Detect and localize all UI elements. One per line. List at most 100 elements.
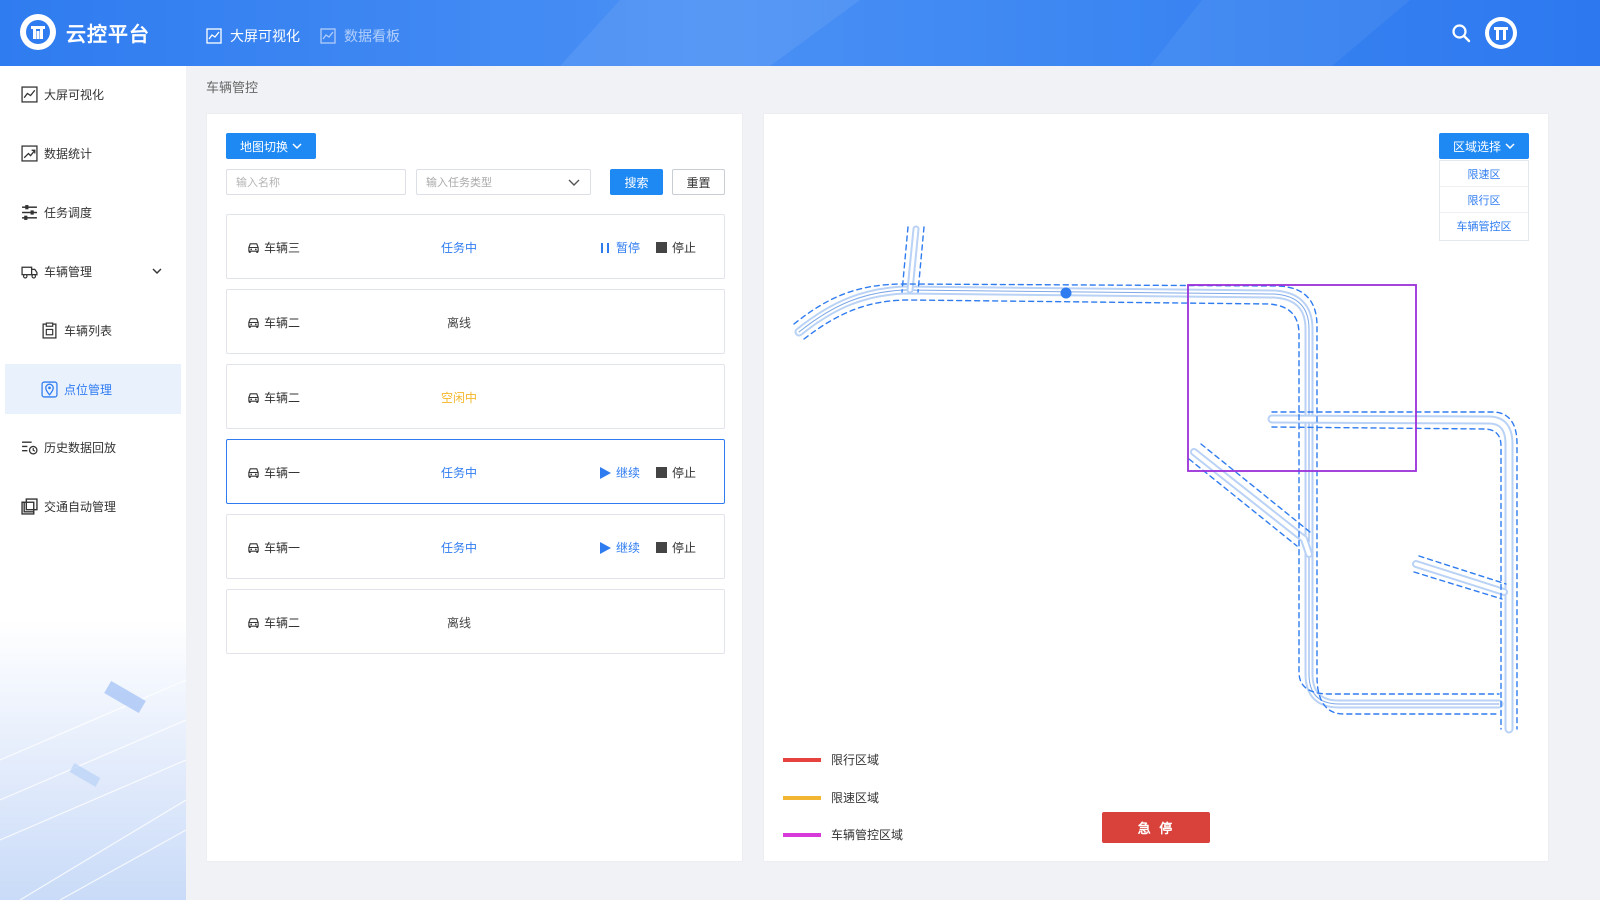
vehicle-name: 车辆二 bbox=[264, 616, 301, 630]
car-icon bbox=[248, 243, 259, 253]
vehicle-status: 任务中 bbox=[440, 466, 477, 480]
legend-label: 限速区域 bbox=[831, 791, 880, 805]
top-header: 云控平台 大屏可视化 数据看板 bbox=[0, 0, 1600, 66]
vehicle-card[interactable]: 车辆二 空闲中 bbox=[226, 364, 725, 429]
continue-label: 继续 bbox=[616, 466, 641, 480]
history-list-icon bbox=[20, 438, 38, 456]
sidebar-item-big-screen[interactable]: 大屏可视化 bbox=[5, 70, 181, 118]
vehicle-name: 车辆二 bbox=[264, 391, 301, 405]
name-search-field[interactable] bbox=[226, 169, 406, 195]
trend-chart-icon bbox=[20, 144, 38, 162]
pause-icon bbox=[601, 242, 609, 253]
stop-button[interactable]: 停止 bbox=[656, 464, 696, 481]
sliders-icon bbox=[20, 203, 38, 221]
truck-icon bbox=[20, 262, 38, 280]
map-switch-button[interactable]: 地图切换 bbox=[226, 133, 316, 159]
vehicle-position-marker bbox=[1060, 287, 1072, 299]
sidebar-item-label: 历史数据回放 bbox=[44, 440, 117, 455]
vehicle-name: 车辆三 bbox=[264, 241, 301, 255]
zone-option-speed-limit[interactable]: 限速区 bbox=[1440, 161, 1528, 187]
stop-icon bbox=[656, 467, 667, 478]
map-panel: 区域选择 限速区 限行区 车辆管控区 限行区域 限速区域 车辆管控区域 急 停 bbox=[763, 113, 1549, 862]
vehicle-card[interactable]: 车辆二 离线 bbox=[226, 589, 725, 654]
stop-icon bbox=[656, 242, 667, 253]
top-nav-big-screen[interactable]: 大屏可视化 bbox=[206, 26, 300, 46]
sidebar-item-label: 车辆管理 bbox=[44, 264, 93, 279]
emergency-stop-button[interactable]: 急 停 bbox=[1102, 812, 1210, 843]
vehicle-status: 离线 bbox=[446, 316, 471, 330]
vehicle-status: 空闲中 bbox=[440, 391, 477, 405]
legend-speed-limit-area: 限速区域 bbox=[783, 789, 879, 806]
stop-button[interactable]: 停止 bbox=[656, 239, 696, 256]
reset-button-label: 重置 bbox=[686, 175, 711, 190]
vehicle-name: 车辆一 bbox=[264, 541, 301, 555]
sidebar-item-task-dispatch[interactable]: 任务调度 bbox=[5, 188, 181, 236]
clipboard-icon bbox=[40, 321, 58, 339]
road-network bbox=[793, 225, 1518, 734]
vehicle-status: 任务中 bbox=[440, 541, 477, 555]
top-nav-label: 大屏可视化 bbox=[230, 29, 300, 45]
zone-option-vehicle-control[interactable]: 车辆管控区 bbox=[1440, 213, 1528, 239]
chevron-down-icon bbox=[1505, 143, 1515, 150]
top-nav-dashboard[interactable]: 数据看板 bbox=[320, 26, 400, 46]
sidebar-decoration bbox=[0, 620, 186, 900]
chevron-down-icon[interactable] bbox=[151, 265, 163, 277]
top-nav-label: 数据看板 bbox=[344, 29, 400, 45]
zone-dropdown-menu: 限速区 限行区 车辆管控区 bbox=[1439, 160, 1529, 241]
stop-icon bbox=[656, 542, 667, 553]
sidebar-item-label: 大屏可视化 bbox=[44, 87, 105, 102]
vehicle-card[interactable]: 车辆三 任务中 暂停 停止 bbox=[226, 214, 725, 279]
vehicle-status: 离线 bbox=[446, 616, 471, 630]
reset-button[interactable]: 重置 bbox=[672, 169, 725, 195]
stop-label: 停止 bbox=[672, 466, 697, 480]
breadcrumb: 车辆管控 bbox=[206, 81, 259, 96]
car-icon bbox=[248, 318, 259, 328]
legend-restricted-area: 限行区域 bbox=[783, 751, 879, 768]
zone-select-label: 区域选择 bbox=[1452, 139, 1501, 154]
sidebar-item-traffic-management[interactable]: 交通自动管理 bbox=[5, 482, 181, 530]
chevron-down-icon bbox=[292, 143, 302, 150]
road-main bbox=[794, 285, 1504, 709]
sidebar-item-label: 交通自动管理 bbox=[44, 499, 117, 514]
legend-line-magenta bbox=[783, 832, 821, 837]
zone-select-button[interactable]: 区域选择 bbox=[1439, 133, 1529, 159]
pause-button[interactable]: 暂停 bbox=[599, 239, 640, 256]
copy-stack-icon bbox=[20, 497, 38, 515]
sidebar-item-label: 任务调度 bbox=[44, 205, 93, 220]
continue-button[interactable]: 继续 bbox=[599, 464, 640, 481]
car-icon bbox=[248, 393, 259, 403]
circuit-decoration bbox=[0, 679, 186, 900]
search-icon[interactable] bbox=[1451, 23, 1471, 43]
sidebar-item-label: 数据统计 bbox=[44, 146, 93, 161]
zone-option-restricted[interactable]: 限行区 bbox=[1440, 187, 1528, 213]
vehicle-card-selected[interactable]: 车辆一 任务中 继续 停止 bbox=[226, 439, 725, 504]
name-search-input[interactable] bbox=[236, 175, 405, 189]
vehicle-card[interactable]: 车辆一 任务中 继续 停止 bbox=[226, 514, 725, 579]
task-type-select[interactable]: 输入任务类型 bbox=[416, 169, 591, 195]
stop-button[interactable]: 停止 bbox=[656, 539, 696, 556]
sidebar-item-statistics[interactable]: 数据统计 bbox=[5, 129, 181, 177]
map-switch-label: 地图切换 bbox=[239, 139, 288, 154]
map-pin-icon bbox=[40, 380, 58, 398]
sidebar-item-point-management[interactable]: 点位管理 bbox=[5, 364, 181, 414]
vehicle-status: 任务中 bbox=[440, 241, 477, 255]
app-logo[interactable] bbox=[20, 14, 56, 50]
sidebar-item-vehicle-list[interactable]: 车辆列表 bbox=[5, 306, 181, 354]
vehicle-name: 车辆一 bbox=[264, 466, 301, 480]
sidebar-item-label: 车辆列表 bbox=[64, 323, 113, 338]
user-avatar[interactable] bbox=[1485, 17, 1517, 49]
top-nav: 大屏可视化 数据看板 bbox=[206, 26, 400, 46]
vehicle-card[interactable]: 车辆二 离线 bbox=[226, 289, 725, 354]
car-icon bbox=[248, 468, 259, 478]
sidebar-item-history-playback[interactable]: 历史数据回放 bbox=[5, 423, 181, 471]
search-button-label: 搜索 bbox=[624, 175, 649, 190]
app-title: 云控平台 bbox=[66, 22, 150, 46]
search-button[interactable]: 搜索 bbox=[610, 169, 663, 195]
legend-line-red bbox=[783, 757, 821, 762]
avatar-icon bbox=[1489, 21, 1513, 45]
sidebar-item-vehicle-management[interactable]: 车辆管理 bbox=[5, 247, 181, 295]
road-main-inner bbox=[796, 287, 1502, 707]
stop-label: 停止 bbox=[672, 241, 697, 255]
road-map[interactable] bbox=[764, 114, 1549, 862]
continue-button[interactable]: 继续 bbox=[599, 539, 640, 556]
